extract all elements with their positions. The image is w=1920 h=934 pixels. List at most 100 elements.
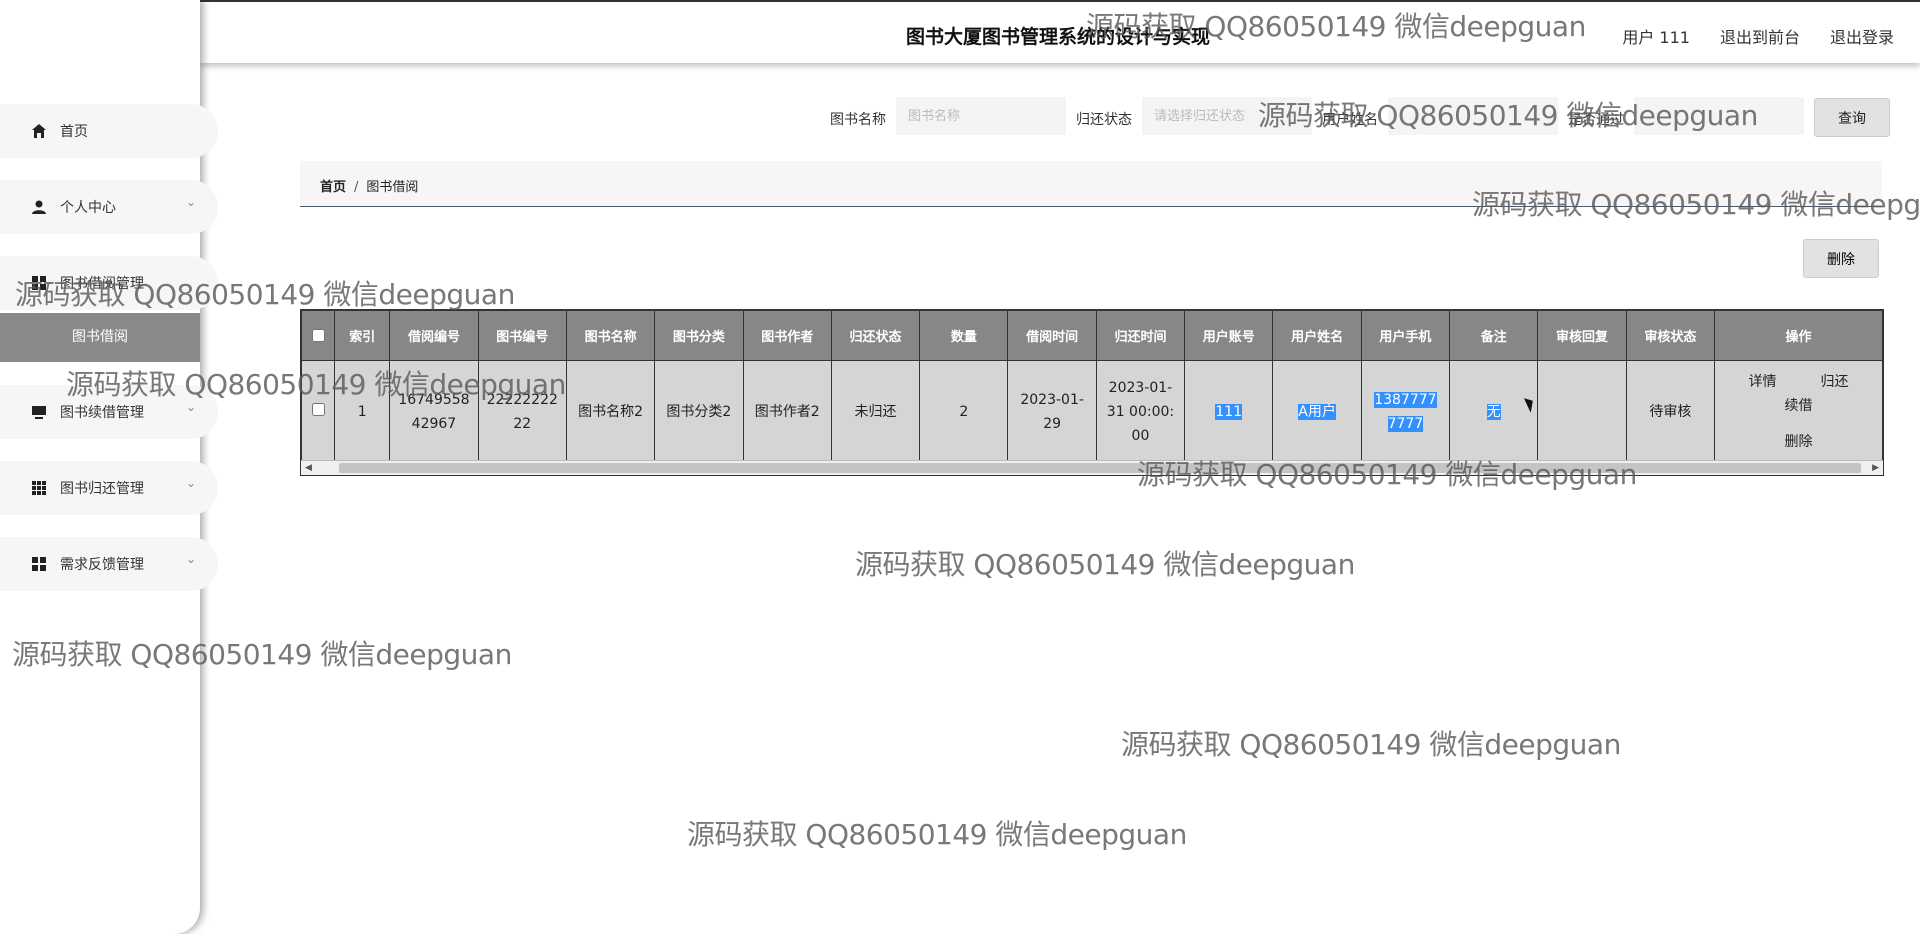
book-name-input[interactable] [896, 97, 1066, 135]
book-name-label: 图书名称 [830, 112, 886, 128]
sidebar-item-return-management[interactable]: 图书归还管理 ⌄ [0, 461, 218, 515]
select-all-checkbox[interactable] [312, 328, 326, 342]
cell-book-name: 图书名称2 [565, 360, 656, 463]
sidebar-subitem-borrow[interactable]: 图书借阅 [0, 313, 200, 362]
row-select-cell [300, 360, 336, 463]
column-header: 用户手机 [1360, 310, 1451, 361]
approved-select[interactable] [1634, 97, 1804, 135]
sidebar-item-personal-center[interactable]: 个人中心 ⌄ [0, 180, 218, 234]
header-actions: 用户 111 退出到前台 退出登录 [1622, 24, 1894, 48]
borrow-table: 索引 借阅编号 图书编号 图书名称 图书分类 图书作者 归还状态 数量 借阅时间… [300, 309, 1884, 476]
scroll-left-icon[interactable]: ◀ [305, 461, 312, 475]
delete-row-button[interactable]: 删除 [1784, 430, 1812, 454]
sidebar: 首页 个人中心 ⌄ 图书借阅管理 图书借阅 图书续借管理 ⌄ 图书归还管理 ⌄ … [0, 0, 218, 934]
return-status-label: 归还状态 [1076, 112, 1132, 128]
table-header-row: 索引 借阅编号 图书编号 图书名称 图书分类 图书作者 归还状态 数量 借阅时间… [300, 310, 1884, 361]
search-form: 图书名称 归还状态 用户姓名 是否通过 查询 [830, 97, 1890, 137]
cell-phone: 13877777777 [1360, 360, 1451, 463]
batch-delete-button[interactable]: 删除 [1803, 239, 1879, 278]
breadcrumb-current: 图书借阅 [366, 180, 419, 195]
user-icon [32, 200, 46, 214]
cell-review-status: 待审核 [1625, 360, 1715, 463]
cell-user-name: A用户 [1272, 360, 1362, 463]
column-header: 图书分类 [654, 310, 744, 361]
account-text: 111 [1215, 403, 1243, 420]
column-header: 索引 [334, 310, 391, 361]
back-to-front-link[interactable]: 退出到前台 [1720, 24, 1800, 48]
sidebar-item-label: 图书借阅管理 [60, 276, 144, 292]
column-header: 借阅时间 [1007, 310, 1097, 361]
remark-text: 无 [1486, 403, 1501, 420]
column-header: 图书作者 [742, 310, 832, 361]
column-header: 归还状态 [830, 310, 921, 361]
cell-borrow-no: 1674955842967 [389, 360, 479, 463]
scroll-right-icon[interactable]: ▶ [1872, 461, 1879, 475]
cell-index: 1 [334, 360, 391, 463]
horizontal-scrollbar[interactable]: ◀ ▶ [301, 460, 1883, 475]
column-header: 归还时间 [1095, 310, 1186, 361]
breadcrumb-bar: 首页 / 图书借阅 [300, 161, 1882, 207]
return-status-select[interactable] [1142, 97, 1312, 135]
column-header: 备注 [1449, 310, 1539, 361]
ops-row-2: 删除 [1716, 430, 1881, 454]
chevron-down-icon: ⌄ [186, 195, 197, 209]
current-user-label[interactable]: 用户 111 [1622, 24, 1690, 48]
select-all-cell [300, 310, 336, 361]
chevron-down-icon: ⌄ [186, 476, 197, 490]
watermark: 源码获取 QQ86050149 微信deepguan [1121, 728, 1621, 761]
breadcrumb-home[interactable]: 首页 [320, 180, 346, 195]
sidebar-item-borrow-management[interactable]: 图书借阅管理 [0, 256, 218, 310]
cell-author: 图书作者2 [742, 360, 832, 463]
column-header: 审核回复 [1537, 310, 1627, 361]
sidebar-item-renew-management[interactable]: 图书续借管理 ⌄ [0, 385, 218, 439]
logout-link[interactable]: 退出登录 [1830, 24, 1894, 48]
sidebar-item-label: 图书续借管理 [60, 405, 144, 421]
top-header: 图书大厦图书管理系统的设计与实现 用户 111 退出到前台 退出登录 [200, 0, 1920, 63]
cell-operations: 详情 归还续借 删除 [1713, 360, 1884, 463]
phone-text: 13877777777 [1374, 391, 1437, 432]
column-header: 用户姓名 [1272, 310, 1362, 361]
grid-icon [32, 481, 46, 495]
chevron-down-icon: ⌄ [186, 552, 197, 566]
breadcrumb: 首页 / 图书借阅 [320, 176, 418, 195]
sidebar-item-label: 需求反馈管理 [60, 557, 144, 573]
scrollbar-thumb[interactable] [339, 463, 1861, 473]
renew-button[interactable]: 续借 [1784, 394, 1812, 418]
app-title: 图书大厦图书管理系统的设计与实现 [906, 26, 1211, 48]
monitor-icon [32, 406, 46, 419]
column-header: 借阅编号 [389, 310, 479, 361]
chevron-down-icon: ⌄ [186, 400, 197, 414]
column-header: 图书名称 [565, 310, 656, 361]
return-button[interactable]: 归还 [1820, 370, 1848, 394]
column-header: 图书编号 [477, 310, 567, 361]
cell-remark: 无 [1449, 360, 1539, 463]
cell-account: 111 [1184, 360, 1274, 463]
user-name-text: A用户 [1298, 403, 1336, 420]
table-row[interactable]: 1 1674955842967 2222222222 图书名称2 图书分类2 图… [300, 360, 1884, 463]
ops-row-1: 详情 归还续借 [1716, 370, 1881, 418]
cell-category: 图书分类2 [654, 360, 744, 463]
row-checkbox[interactable] [312, 402, 326, 416]
column-header: 操作 [1713, 310, 1884, 361]
user-name-input[interactable] [1388, 97, 1558, 135]
cell-quantity: 2 [919, 360, 1009, 463]
cell-book-no: 2222222222 [477, 360, 567, 463]
sidebar-item-home[interactable]: 首页 [0, 104, 218, 158]
cell-borrow-time: 2023-01-29 [1007, 360, 1097, 463]
sidebar-item-label: 首页 [60, 124, 88, 140]
detail-button[interactable]: 详情 [1748, 370, 1776, 394]
column-header: 用户账号 [1184, 310, 1274, 361]
column-header: 审核状态 [1625, 310, 1715, 361]
user-name-label: 用户姓名 [1322, 112, 1378, 128]
cell-return-status: 未归还 [830, 360, 921, 463]
watermark: 源码获取 QQ86050149 微信deepguan [855, 548, 1355, 581]
sidebar-item-label: 图书归还管理 [60, 481, 144, 497]
query-button[interactable]: 查询 [1814, 98, 1890, 137]
cell-return-time: 2023-01-31 00:00:00 [1095, 360, 1186, 463]
watermark: 源码获取 QQ86050149 微信deepguan [687, 818, 1187, 851]
home-icon [32, 124, 46, 138]
sidebar-item-feedback-management[interactable]: 需求反馈管理 ⌄ [0, 537, 218, 591]
return-time-text: 2023-01-31 00:00:00 [1106, 379, 1175, 444]
apps-icon [32, 557, 46, 571]
cell-review-reply [1537, 360, 1627, 463]
